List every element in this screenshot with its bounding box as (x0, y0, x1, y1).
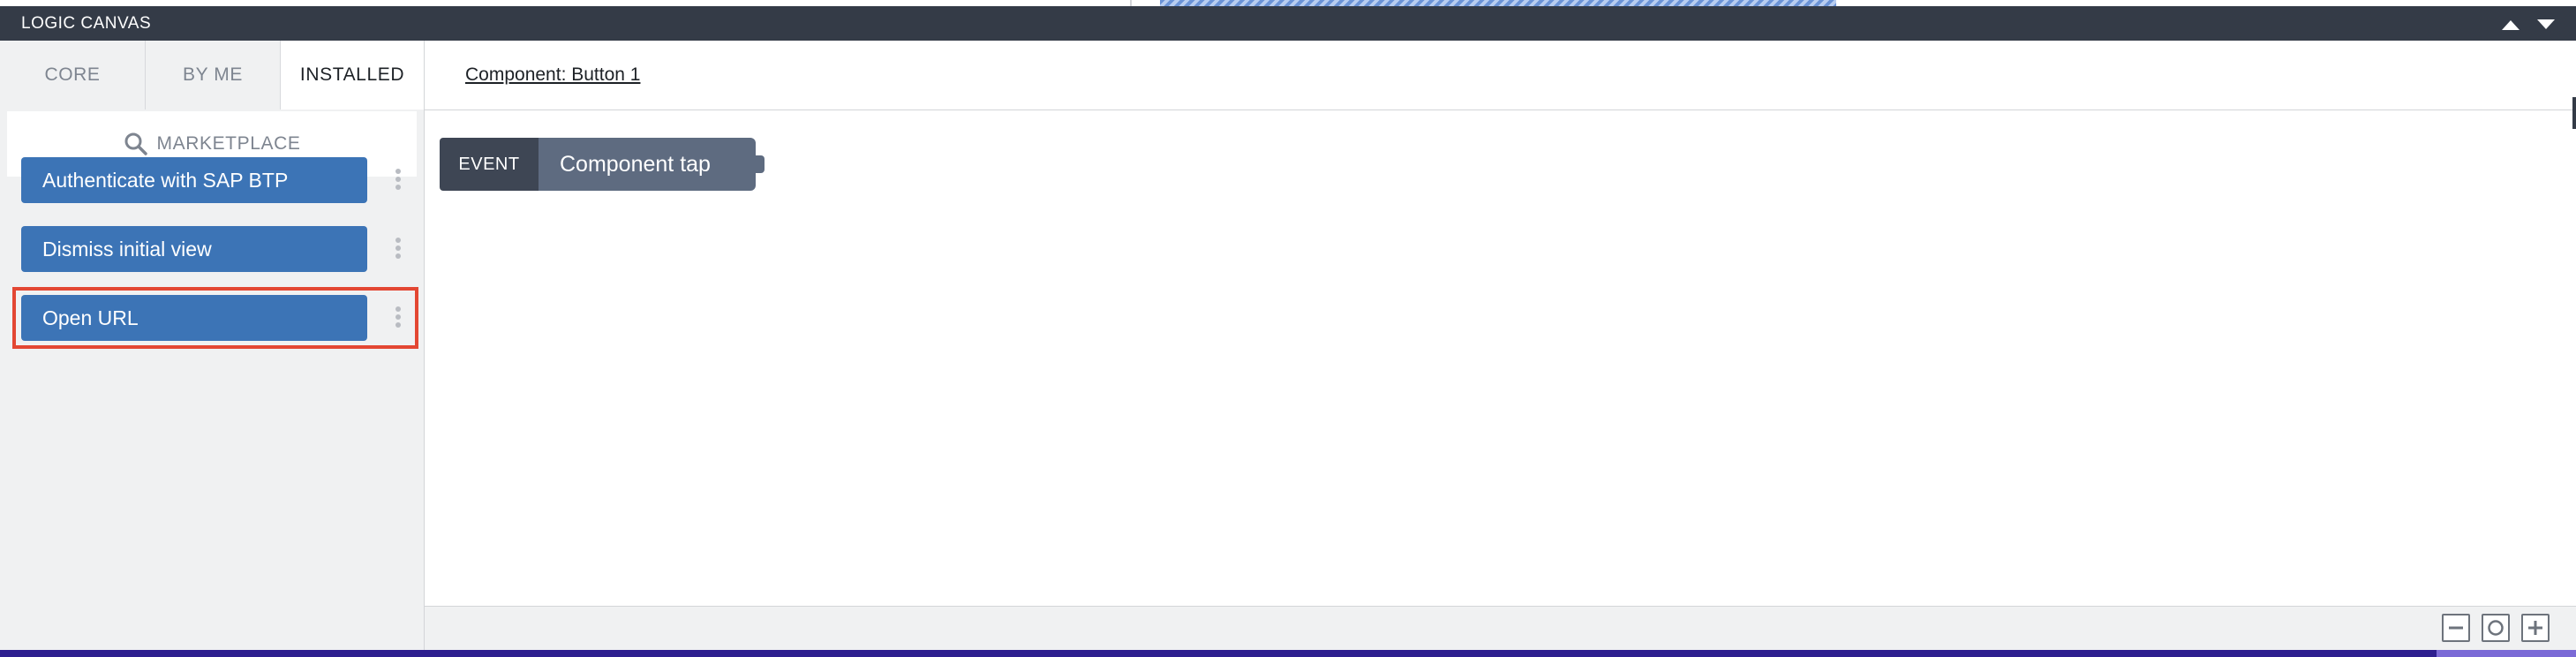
background-hatched-area (1160, 0, 1836, 6)
triangle-down-icon[interactable] (2534, 16, 2558, 34)
zoom-in-button[interactable] (2521, 614, 2550, 642)
event-name: Component tap (539, 138, 756, 191)
circle-icon (2488, 620, 2504, 636)
flow-3-drag-handle-icon[interactable] (394, 306, 403, 333)
canvas-header: Component: Button 1 (425, 41, 2576, 110)
flow-2-drag-handle-icon[interactable] (394, 238, 403, 264)
logic-canvas-title-bar: LOGIC CANVAS (0, 6, 2576, 41)
right-edge-handle (2572, 97, 2576, 129)
logic-canvas-area[interactable]: EVENT Component tap (425, 110, 2576, 606)
background-divider (1130, 0, 1132, 6)
library-tabs: CORE BY ME INSTALLED (0, 41, 424, 110)
minus-icon (2449, 626, 2463, 630)
event-output-port[interactable] (752, 155, 765, 173)
plus-icon (2528, 621, 2542, 635)
bottom-status-bar-accent (2437, 650, 2576, 657)
event-type-label: EVENT (440, 138, 539, 191)
tab-core[interactable]: CORE (0, 41, 146, 110)
triangle-up-icon[interactable] (2498, 16, 2523, 34)
flow-library-panel: CORE BY ME INSTALLED MARKETPLACE (0, 41, 425, 650)
tab-installed[interactable]: INSTALLED (281, 41, 424, 110)
flow-open-url[interactable]: Open URL (21, 295, 367, 341)
flow-dismiss-initial-view[interactable]: Dismiss initial view (21, 226, 367, 272)
flow-1-drag-handle-icon[interactable] (394, 169, 403, 195)
flow-authenticate-sap-btp[interactable]: Authenticate with SAP BTP (21, 157, 367, 203)
tab-by-me[interactable]: BY ME (146, 41, 281, 110)
canvas-footer (425, 606, 2576, 651)
bottom-status-bar (0, 650, 2576, 657)
zoom-out-button[interactable] (2442, 614, 2470, 642)
component-breadcrumb[interactable]: Component: Button 1 (465, 41, 640, 110)
search-icon (124, 132, 148, 156)
zoom-reset-button[interactable] (2482, 614, 2510, 642)
panel-title: LOGIC CANVAS (21, 14, 152, 33)
marketplace-label: MARKETPLACE (156, 133, 301, 154)
